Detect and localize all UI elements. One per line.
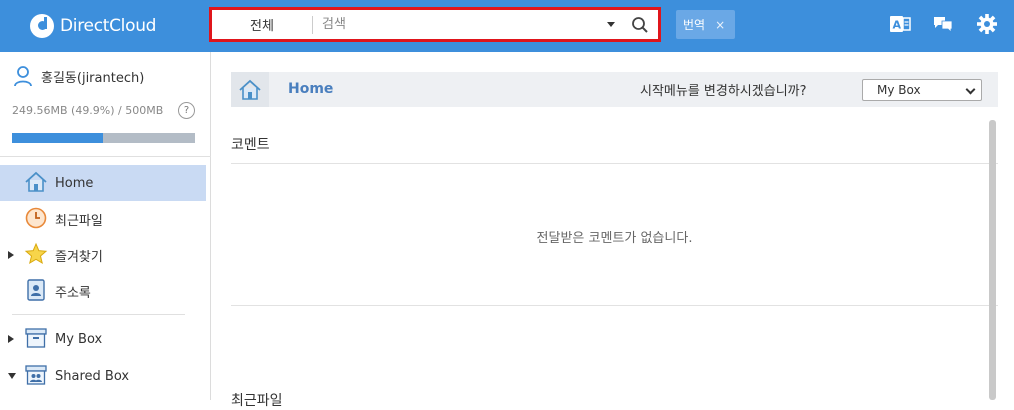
scrollbar[interactable] <box>989 120 996 400</box>
sidebar-item-favorites[interactable]: 즐겨찾기 <box>0 237 206 273</box>
user-name: 홍길동(jirantech) <box>41 70 145 86</box>
chevron-right-icon[interactable] <box>8 251 14 259</box>
storage-usage-bar <box>12 133 195 143</box>
sidebar-item-label: 최근파일 <box>55 213 103 229</box>
star-icon <box>24 242 48 265</box>
sidebar-item-label: 즐겨찾기 <box>55 249 103 265</box>
chevron-down-icon[interactable] <box>8 373 16 379</box>
clock-icon <box>25 207 47 229</box>
sidebar-item-label: Shared Box <box>55 368 130 384</box>
divider <box>231 163 998 164</box>
empty-message: 전달받은 코멘트가 없습니다. <box>536 231 693 246</box>
gear-icon[interactable] <box>976 13 998 35</box>
translate-chip[interactable]: 번역 × <box>676 10 735 39</box>
chat-icon[interactable] <box>932 13 954 35</box>
sidebar-item-label: 주소록 <box>55 285 91 301</box>
shared-box-icon <box>25 365 47 385</box>
divider <box>231 305 998 306</box>
chevron-down-icon <box>965 84 976 95</box>
start-menu-select[interactable]: My Box <box>862 79 982 101</box>
box-icon <box>25 328 47 348</box>
sidebar-item-label: My Box <box>55 331 103 347</box>
sidebar-item-shared-box[interactable]: Shared Box <box>0 358 206 394</box>
translate-label: 번역 <box>683 18 706 32</box>
logo-text: DirectCloud <box>60 16 157 36</box>
storage-usage-text: 249.56MB (49.9%) / 500MB <box>12 104 164 117</box>
user-profile[interactable]: 홍길동(jirantech) <box>13 65 144 87</box>
sidebar-item-my-box[interactable]: My Box <box>0 321 206 357</box>
breadcrumb-bar: Home 시작메뉴를 변경하시겠습니까? My Box <box>231 72 998 107</box>
home-icon <box>25 171 47 192</box>
section-title-recent-files: 최근파일 <box>231 393 283 409</box>
logo-icon <box>30 14 54 38</box>
svg-text:A: A <box>893 19 902 32</box>
sidebar-item-home[interactable]: Home <box>0 165 206 201</box>
sidebar-item-address-book[interactable]: 주소록 <box>0 273 206 309</box>
user-icon <box>14 66 32 87</box>
address-book-icon <box>27 279 45 301</box>
sidebar-item-recent-files[interactable]: 최근파일 <box>0 201 206 237</box>
start-menu-question: 시작메뉴를 변경하시겠습니까? <box>640 84 807 99</box>
top-bar: DirectCloud 전체 번역 × A <box>0 0 1014 52</box>
search-scope-select[interactable]: 전체 <box>212 15 312 34</box>
divider <box>12 314 185 315</box>
storage-usage: 249.56MB (49.9%) / 500MB ? <box>12 102 195 119</box>
translate-icon[interactable]: A <box>889 13 911 35</box>
close-icon[interactable]: × <box>715 18 725 32</box>
sidebar-item-label: Home <box>55 175 94 191</box>
divider <box>0 156 211 157</box>
section-title-comments: 코멘트 <box>231 137 270 153</box>
breadcrumb: Home <box>288 81 334 97</box>
sidebar: 홍길동(jirantech) 249.56MB (49.9%) / 500MB … <box>0 52 211 400</box>
chevron-down-icon[interactable] <box>607 22 615 27</box>
app-logo[interactable]: DirectCloud <box>30 12 156 40</box>
start-menu-selected: My Box <box>877 83 921 97</box>
search-input[interactable] <box>313 17 607 32</box>
help-icon[interactable]: ? <box>178 102 195 119</box>
home-button[interactable] <box>231 72 269 107</box>
search-box: 전체 <box>209 7 661 42</box>
storage-usage-fill <box>12 133 104 143</box>
home-icon <box>239 79 261 100</box>
chevron-right-icon[interactable] <box>8 335 14 343</box>
search-icon[interactable] <box>630 15 650 35</box>
